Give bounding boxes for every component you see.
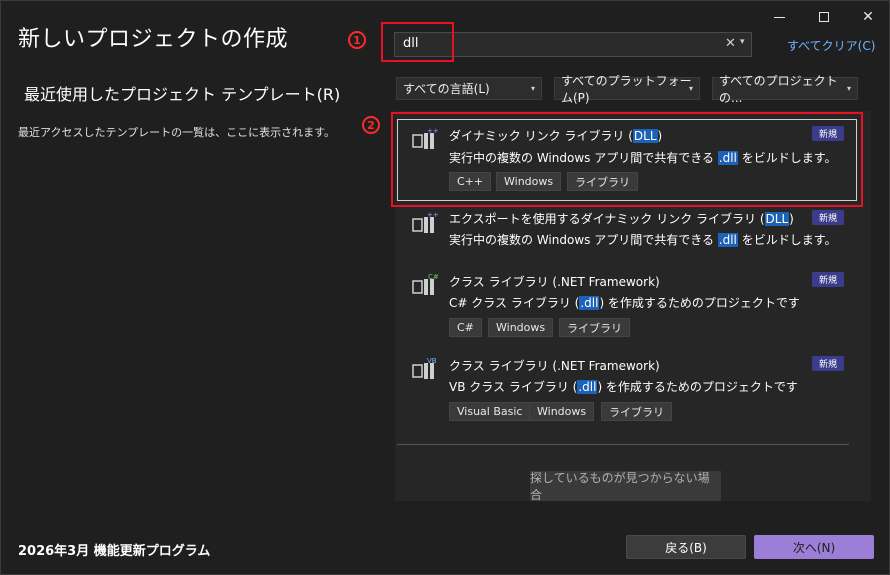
new-badge: 新規 bbox=[812, 356, 844, 371]
tag-project-type: ライブラリ bbox=[559, 318, 630, 337]
recent-templates-heading: 最近使用したプロジェクト テンプレート(R) bbox=[24, 85, 341, 104]
annotation-number-one: 1 bbox=[348, 31, 366, 49]
chevron-down-icon: ▾ bbox=[530, 84, 535, 93]
page-title: 新しいプロジェクトの作成 bbox=[18, 27, 289, 52]
template-description: C# クラス ライブラリ (.dll) を作成するためのプロジェクトです bbox=[449, 296, 800, 310]
svg-text:C#: C# bbox=[428, 273, 439, 281]
new-badge: 新規 bbox=[812, 210, 844, 225]
new-badge: 新規 bbox=[812, 272, 844, 287]
chevron-down-icon: ▾ bbox=[846, 84, 851, 93]
new-project-dialog: ✕ 新しいプロジェクトの作成 dll ✕ ▾ すべてクリア(C) 1 2 最近使… bbox=[0, 0, 890, 575]
back-button[interactable]: 戻る(B) bbox=[626, 535, 746, 559]
project-type-filter-label: すべてのプロジェクトの... bbox=[719, 73, 838, 105]
tag-language: C# bbox=[449, 318, 482, 337]
template-item-dll-exports[interactable]: ++ エクスポートを使用するダイナミック リンク ライブラリ (DLL) 実行中… bbox=[395, 203, 871, 251]
project-type-filter-dropdown[interactable]: すべてのプロジェクトの... ▾ bbox=[712, 74, 858, 105]
template-item-csharp-class-library[interactable]: C# クラス ライブラリ (.NET Framework) C# クラス ライブ… bbox=[395, 267, 871, 343]
clear-all-link[interactable]: すべてクリア(C) bbox=[787, 37, 875, 54]
not-finding-what-you-need-button[interactable]: 探しているものが見つからない場合 bbox=[530, 471, 721, 501]
cpp-library-icon: ++ bbox=[412, 211, 439, 233]
svg-text:VB: VB bbox=[427, 357, 437, 365]
template-description: VB クラス ライブラリ (.dll) を作成するためのプロジェクトです bbox=[449, 380, 798, 394]
template-name: クラス ライブラリ (.NET Framework) bbox=[449, 359, 660, 373]
language-filter-label: すべての言語(L) bbox=[403, 82, 490, 96]
tag-language: Visual Basic bbox=[449, 402, 531, 421]
clear-search-icon[interactable]: ✕ bbox=[725, 36, 736, 51]
tag-platform: Windows bbox=[529, 402, 595, 421]
template-name: エクスポートを使用するダイナミック リンク ライブラリ (DLL) bbox=[449, 212, 794, 226]
template-description: 実行中の複数の Windows アプリ間で共有できる .dll をビルドします。 bbox=[449, 233, 837, 247]
tag-project-type: ライブラリ bbox=[601, 402, 672, 421]
vb-library-icon: VB bbox=[412, 357, 437, 379]
close-icon[interactable]: ✕ bbox=[853, 5, 883, 29]
template-item-vb-class-library[interactable]: VB クラス ライブラリ (.NET Framework) VB クラス ライブ… bbox=[395, 351, 871, 427]
minimize-icon[interactable] bbox=[764, 5, 794, 29]
language-filter-dropdown[interactable]: すべての言語(L) ▾ bbox=[396, 77, 542, 100]
svg-text:++: ++ bbox=[427, 211, 439, 219]
list-divider bbox=[397, 444, 849, 445]
maximize-icon[interactable] bbox=[809, 5, 839, 29]
next-button[interactable]: 次へ(N) bbox=[754, 535, 874, 559]
feature-update-label: 2026年3月 機能更新プログラム bbox=[18, 544, 211, 559]
annotation-box-selected-template bbox=[391, 112, 863, 207]
chevron-down-icon: ▾ bbox=[688, 84, 693, 93]
tag-platform: Windows bbox=[488, 318, 554, 337]
platform-filter-dropdown[interactable]: すべてのプラットフォーム(P) ▾ bbox=[554, 74, 700, 105]
csharp-library-icon: C# bbox=[412, 273, 439, 295]
annotation-box-search bbox=[381, 22, 454, 62]
recent-templates-empty-message: 最近アクセスしたテンプレートの一覧は、ここに表示されます。 bbox=[18, 126, 336, 139]
template-name: クラス ライブラリ (.NET Framework) bbox=[449, 275, 660, 289]
search-history-dropdown-icon[interactable]: ▾ bbox=[740, 37, 745, 47]
platform-filter-label: すべてのプラットフォーム(P) bbox=[561, 73, 692, 105]
annotation-number-two: 2 bbox=[362, 116, 380, 134]
